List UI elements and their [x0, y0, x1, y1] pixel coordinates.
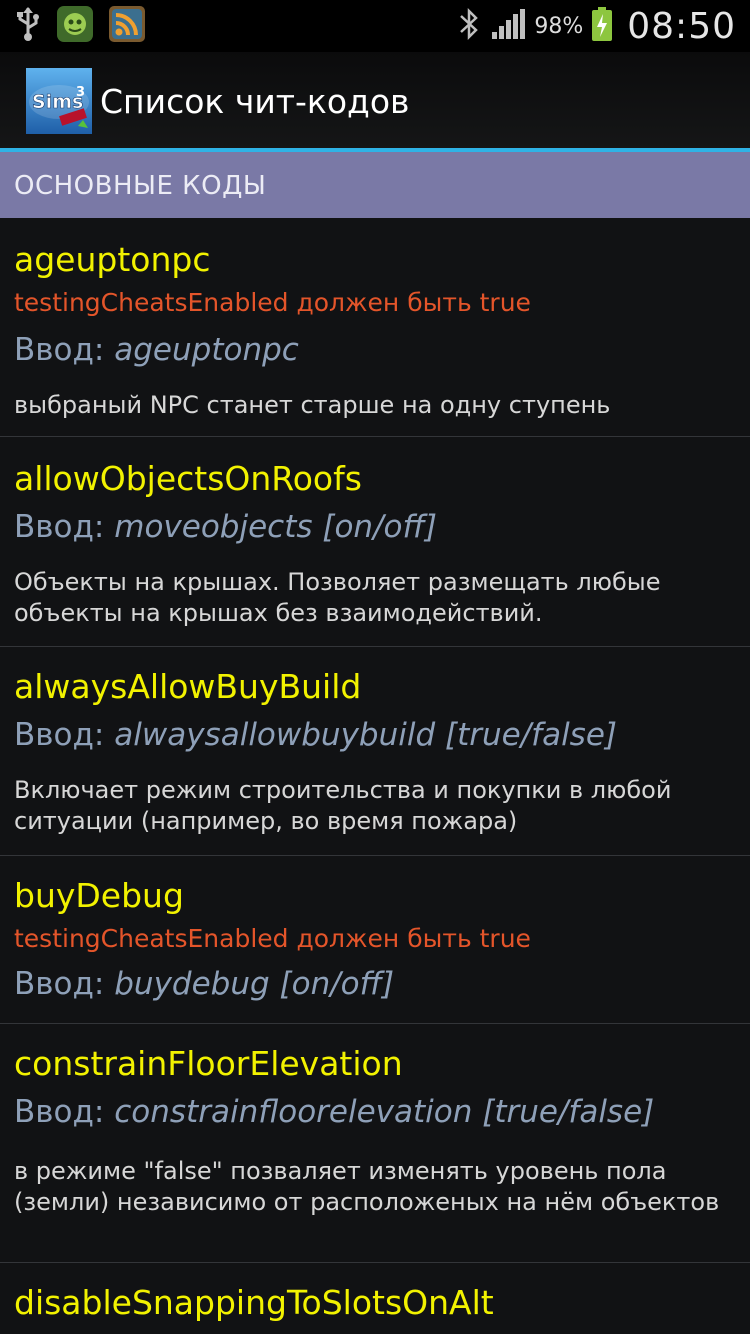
signal-icon: [490, 8, 526, 44]
svg-text:3: 3: [76, 85, 85, 100]
input-command: constrainfloorelevation [true/false]: [114, 1094, 655, 1130]
input-label: Ввод:: [14, 509, 115, 545]
cheat-name: buyDebug: [14, 876, 184, 915]
app-icon[interactable]: Sims 3: [26, 68, 92, 134]
list-item[interactable]: alwaysAllowBuyBuild Ввод: alwaysallowbuy…: [0, 647, 750, 856]
cheat-name: allowObjectsOnRoofs: [14, 459, 362, 498]
input-label: Ввод:: [14, 966, 115, 1002]
cheat-description: выбраный NPC станет старше на одну ступе…: [14, 391, 611, 419]
action-bar: Sims 3 Список чит-кодов: [0, 52, 750, 150]
rss-icon: [108, 5, 146, 47]
cheat-description: Включает режим строительства и покупки в…: [14, 776, 672, 835]
list-item[interactable]: allowObjectsOnRoofs Ввод: moveobjects [o…: [0, 437, 750, 647]
cheat-name: alwaysAllowBuyBuild: [14, 667, 362, 706]
battery-charging-icon: [591, 6, 613, 46]
cheat-name: constrainFloorElevation: [14, 1044, 403, 1083]
input-label: Ввод:: [14, 717, 115, 753]
section-header: ОСНОВНЫЕ КОДЫ: [0, 152, 750, 218]
cheat-input: Ввод: moveobjects [on/off]: [14, 509, 437, 545]
cheat-input: Ввод: constrainfloorelevation [true/fals…: [14, 1094, 654, 1130]
input-label: Ввод:: [14, 1094, 115, 1130]
cheat-description: Объекты на крышах. Позволяет размещать л…: [14, 568, 661, 627]
cheat-warning: testingCheatsEnabled должен быть true: [14, 924, 531, 953]
clock: 08:50: [627, 5, 736, 47]
list-item[interactable]: buyDebug testingCheatsEnabled должен быт…: [0, 856, 750, 1024]
cheat-input: Ввод: ageuptonpc: [14, 332, 299, 368]
status-bar: 98% 08:50: [0, 0, 750, 52]
cheat-list: ageuptonpc testingCheatsEnabled должен б…: [0, 218, 750, 1334]
list-item[interactable]: ageuptonpc testingCheatsEnabled должен б…: [0, 218, 750, 437]
cheat-warning: testingCheatsEnabled должен быть true: [14, 288, 531, 317]
input-command: ageuptonpc: [114, 332, 299, 368]
cheat-input: Ввод: buydebug [on/off]: [14, 966, 394, 1002]
cheat-input: Ввод: alwaysallowbuybuild [true/false]: [14, 717, 617, 753]
cheat-description: в режиме "false" позваляет изменять уров…: [14, 1157, 720, 1216]
list-item[interactable]: disableSnappingToSlotsOnAlt: [0, 1263, 750, 1334]
usb-icon: [14, 6, 42, 46]
battery-percent: 98%: [534, 13, 584, 39]
cheat-name: ageuptonpc: [14, 240, 211, 279]
list-item[interactable]: constrainFloorElevation Ввод: constrainf…: [0, 1024, 750, 1263]
bluetooth-icon: [456, 7, 482, 45]
cheat-name: disableSnappingToSlotsOnAlt: [14, 1283, 494, 1322]
shield-app-icon: [56, 5, 94, 47]
input-command: buydebug [on/off]: [114, 966, 395, 1002]
input-label: Ввод:: [14, 332, 115, 368]
section-title: ОСНОВНЫЕ КОДЫ: [14, 171, 267, 201]
screen: 98% 08:50 Sims 3 Список чит-кодов ОСНОВН…: [0, 0, 750, 1334]
page-title: Список чит-кодов: [100, 82, 410, 121]
input-command: moveobjects [on/off]: [114, 509, 437, 545]
input-command: alwaysallowbuybuild [true/false]: [114, 717, 618, 753]
